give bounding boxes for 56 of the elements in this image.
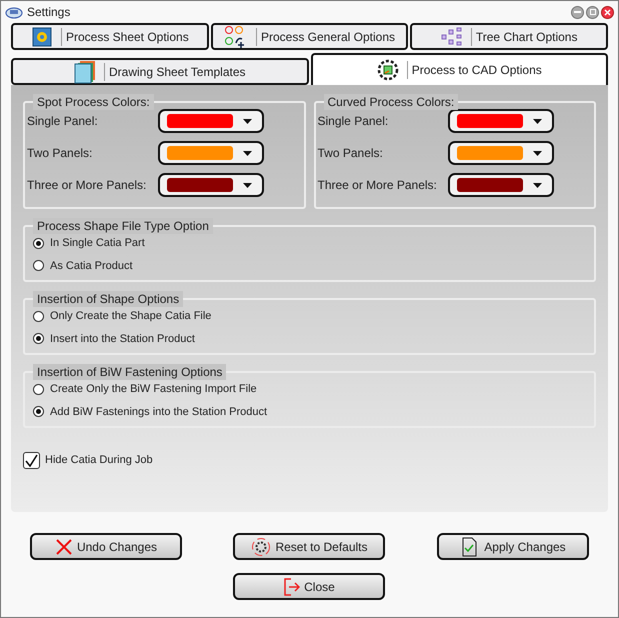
caret-icon (242, 118, 252, 124)
radio-label: As Catia Product (50, 258, 133, 274)
field-label: Two Panels: (27, 145, 92, 162)
close-icon (604, 8, 611, 16)
group-title: Insertion of Shape Options (33, 291, 184, 307)
window-title: Settings (27, 4, 70, 21)
tab[interactable]: Process to CAD Options (310, 53, 608, 85)
group-title: Curved Process Colors: (324, 94, 458, 110)
minimize-button[interactable] (571, 6, 584, 18)
color-dropdown[interactable] (448, 109, 554, 133)
caret-icon (242, 150, 252, 156)
radio-button[interactable] (33, 384, 44, 395)
action-button[interactable]: Apply Changes (436, 533, 589, 560)
caret-icon (533, 182, 542, 188)
field-label: Three or More Panels: (318, 177, 437, 194)
action-button[interactable]: Reset to Defaults (233, 533, 386, 560)
checkbox[interactable] (23, 452, 40, 469)
color-dropdown[interactable] (448, 173, 554, 197)
radio-label: Add BiW Fastenings into the Station Product (50, 404, 268, 420)
radio-button[interactable] (33, 333, 44, 344)
radio-label: Create Only the BiW Fastening Import File (50, 382, 257, 397)
field-label: Single Panel: (318, 113, 388, 130)
field-label: Three or More Panels: (27, 177, 146, 194)
tab[interactable]: Process Sheet Options (11, 23, 209, 50)
caret-icon (242, 182, 252, 188)
color-dropdown[interactable] (158, 173, 264, 197)
maximize-button[interactable] (586, 6, 599, 18)
radio-button[interactable] (33, 260, 44, 272)
action-button[interactable]: Close (233, 573, 386, 600)
radio-label: In Single Catia Part (50, 236, 145, 251)
radio-label: Only Create the Shape Catia File (50, 309, 212, 324)
tab[interactable]: Tree Chart Options (410, 23, 608, 50)
group-title: Spot Process Colors: (33, 94, 154, 110)
color-dropdown[interactable] (448, 141, 554, 165)
radio-label: Insert into the Station Product (50, 332, 195, 346)
radio-button[interactable] (33, 406, 44, 418)
color-dropdown[interactable] (158, 109, 264, 133)
radio-button[interactable] (33, 310, 44, 322)
tab[interactable]: Process General Options (210, 23, 408, 50)
color-dropdown[interactable] (158, 141, 264, 165)
checkbox-label: Hide Catia During Job (45, 453, 153, 468)
caret-icon (533, 150, 542, 156)
close-window-button[interactable] (601, 6, 614, 18)
action-button[interactable]: Undo Changes (30, 533, 182, 560)
field-label: Single Panel: (27, 113, 98, 130)
group-title: Insertion of BiW Fastening Options (33, 364, 226, 380)
hierarchy-icon (440, 26, 463, 46)
gear-box-icon (376, 59, 399, 81)
sheets-icon (74, 60, 96, 84)
exit-icon (284, 578, 300, 596)
field-label: Two Panels: (318, 145, 383, 162)
tab[interactable]: Drawing Sheet Templates (11, 58, 308, 85)
group-title: Process Shape File Type Option (33, 218, 213, 234)
caret-icon (533, 118, 542, 124)
gear-icon (251, 536, 272, 556)
radio-button[interactable] (33, 238, 44, 249)
